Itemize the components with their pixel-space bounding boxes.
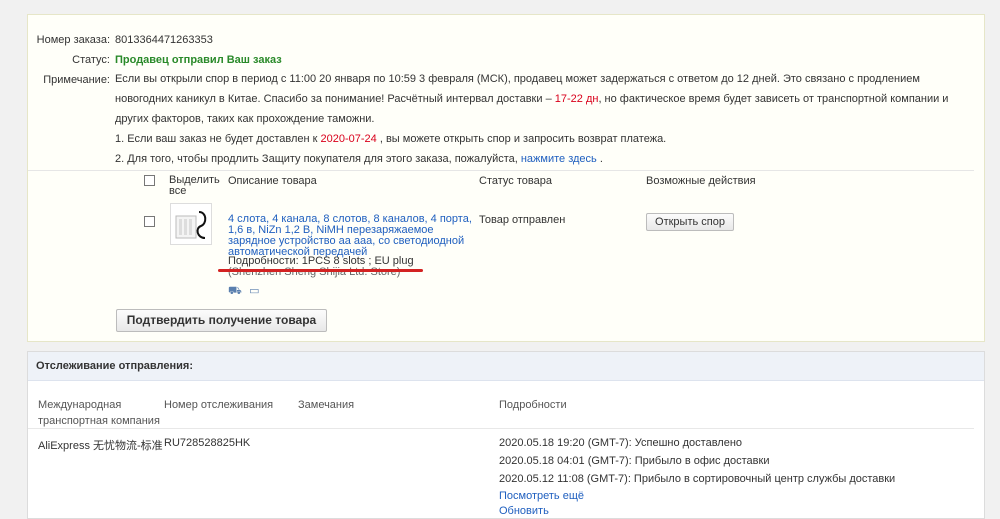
tracking-header: Отслеживание отправления:	[28, 352, 984, 381]
product-status: Товар отправлен	[479, 214, 566, 226]
col-actions: Возможные действия	[646, 175, 756, 187]
col-select-all: Выделить все	[169, 174, 220, 197]
note-item-1: 1. Если ваш заказ не будет доставлен к 2…	[115, 129, 975, 149]
tracking-number: RU728528825HK	[164, 437, 251, 449]
product-title-link[interactable]: 4 слота, 4 канала, 8 слотов, 8 каналов, …	[228, 214, 473, 258]
order-number: 8013364471263353	[115, 34, 213, 46]
refresh-link[interactable]: Обновить	[499, 505, 549, 517]
confirm-receipt-button[interactable]: Подтвердить получение товара	[116, 309, 327, 332]
col-status: Статус товара	[479, 175, 552, 187]
status-label: Статус:	[72, 54, 110, 66]
table-divider	[28, 428, 974, 429]
extend-protection-link[interactable]: нажмите здесь	[521, 153, 597, 165]
divider	[28, 170, 974, 171]
red-underline-annotation	[218, 269, 423, 272]
tracking-panel: Отслеживание отправления: Международная …	[27, 351, 985, 519]
order-note: Если вы открыли спор в период с 11:00 20…	[115, 69, 975, 129]
product-image[interactable]	[170, 203, 212, 245]
note-item-2-text: 2. Для того, чтобы продлить Защиту покуп…	[115, 153, 521, 165]
note-item-2: 2. Для того, чтобы продлить Защиту покуп…	[115, 149, 975, 169]
col-remarks: Замечания	[298, 399, 355, 411]
open-dispute-button[interactable]: Открыть спор	[646, 213, 734, 231]
tracking-title: Отслеживание отправления:	[36, 360, 193, 372]
card-icon[interactable]: ▭	[249, 286, 261, 297]
order-panel: Номер заказа: 8013364471263353 Статус: П…	[27, 14, 985, 342]
product-icons: ⛟ ▭	[228, 285, 267, 297]
col-description: Описание товара	[228, 175, 317, 187]
protection-date: 2020-07-24	[320, 133, 377, 145]
show-more-link[interactable]: Посмотреть ещё	[499, 490, 584, 502]
col-tracking-number: Номер отслеживания	[164, 399, 274, 411]
note-item-1-text: 1. Если ваш заказ не будет доставлен к	[115, 133, 321, 145]
col-carrier: Международная транспортная компания	[38, 399, 160, 427]
note-label: Примечание:	[43, 74, 110, 86]
tracking-event: 2020.05.18 19:20 (GMT-7): Успешно достав…	[499, 437, 743, 449]
col-details: Подробности	[499, 399, 567, 411]
select-all-checkbox[interactable]	[144, 175, 155, 186]
product-checkbox[interactable]	[144, 216, 155, 227]
delivery-interval: 17-22 дн	[554, 93, 599, 105]
truck-icon[interactable]: ⛟	[228, 286, 242, 297]
order-number-label: Номер заказа:	[36, 34, 110, 46]
tracking-event: 2020.05.12 11:08 (GMT-7): Прибыло в сорт…	[499, 473, 896, 485]
note-item-2-end: .	[596, 153, 603, 165]
note-item-1-end: , вы можете открыть спор и запросить воз…	[376, 133, 667, 145]
order-status: Продавец отправил Ваш заказ	[115, 54, 282, 66]
tracking-event: 2020.05.18 04:01 (GMT-7): Прибыло в офис…	[499, 455, 770, 467]
carrier-name: AliExpress 无忧物流-标准	[38, 440, 163, 452]
charger-image	[175, 211, 207, 239]
